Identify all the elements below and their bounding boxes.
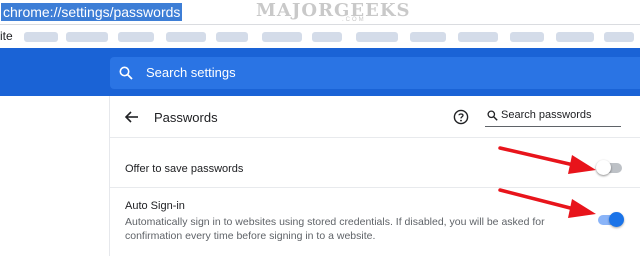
offer-to-save-label: Offer to save passwords: [125, 163, 244, 175]
search-icon: [119, 66, 133, 80]
bookmark-item-blurred[interactable]: [410, 32, 446, 42]
toggle-knob: [596, 160, 611, 175]
offer-to-save-toggle[interactable]: [596, 160, 624, 175]
bookmark-item-blurred[interactable]: [24, 32, 58, 42]
page-title: Passwords: [154, 110, 218, 125]
passwords-card: Passwords Search passwords Offer to save…: [110, 96, 640, 256]
settings-sidebar: [0, 96, 110, 256]
search-passwords-placeholder: Search passwords: [501, 109, 592, 121]
bookmark-item-blurred[interactable]: [216, 32, 248, 42]
bookmark-item-blurred[interactable]: [458, 32, 498, 42]
address-bar[interactable]: chrome://settings/passwords MAJORGEEKS .…: [0, 0, 640, 25]
search-passwords-icon: [487, 110, 498, 121]
search-settings-placeholder: Search settings: [146, 65, 236, 80]
bookmark-item-blurred[interactable]: [312, 32, 342, 42]
bookmark-item-blurred[interactable]: [356, 32, 398, 42]
bookmark-item-blurred[interactable]: [262, 32, 302, 42]
settings-toolbar: Search settings: [0, 48, 640, 96]
offer-to-save-row[interactable]: Offer to save passwords: [110, 148, 640, 188]
passwords-header: Passwords Search passwords: [110, 96, 640, 138]
auto-sign-in-toggle[interactable]: [596, 212, 624, 227]
url-text[interactable]: chrome://settings/passwords: [1, 3, 183, 21]
bookmark-item-blurred[interactable]: [604, 32, 634, 42]
toggle-knob: [609, 212, 624, 227]
bookmark-item-blurred[interactable]: [118, 32, 154, 42]
auto-sign-in-title: Auto Sign-in: [125, 200, 185, 212]
bookmark-item-blurred[interactable]: [556, 32, 594, 42]
bookmark-item-blurred[interactable]: [66, 32, 108, 42]
bookmark-label[interactable]: ite: [0, 29, 13, 43]
help-icon[interactable]: [453, 109, 469, 125]
search-passwords-field[interactable]: Search passwords: [485, 107, 621, 127]
auto-sign-in-description: Automatically sign in to websites using …: [125, 216, 545, 242]
watermark-suffix: .COM: [342, 17, 366, 23]
bookmark-item-blurred[interactable]: [166, 32, 206, 42]
back-arrow-icon[interactable]: [124, 109, 140, 125]
auto-sign-in-row[interactable]: Auto Sign-in Automatically sign in to we…: [110, 188, 640, 256]
bookmark-item-blurred[interactable]: [510, 32, 544, 42]
bookmarks-bar: ite: [0, 25, 640, 48]
search-settings-box[interactable]: Search settings: [110, 57, 640, 89]
watermark-logo: MAJORGEEKS: [256, 0, 411, 21]
